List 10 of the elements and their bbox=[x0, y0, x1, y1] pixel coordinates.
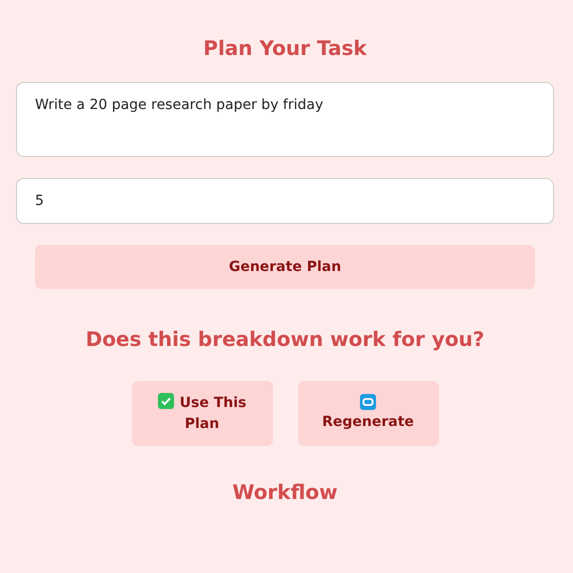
generate-plan-button[interactable]: Generate Plan bbox=[35, 245, 535, 289]
regenerate-button[interactable]: Regenerate bbox=[298, 381, 438, 446]
task-field[interactable]: Write a 20 page research paper by friday bbox=[16, 82, 554, 157]
page-title: Plan Your Task bbox=[202, 36, 368, 60]
section-title: Workflow bbox=[231, 480, 339, 504]
use-plan-button[interactable]: Use This Plan bbox=[132, 381, 272, 446]
number-field[interactable]: 5 bbox=[16, 178, 554, 224]
check-icon bbox=[158, 392, 174, 408]
repeat-icon bbox=[360, 394, 376, 410]
question-heading: Does this breakdown work for you? bbox=[84, 327, 486, 351]
